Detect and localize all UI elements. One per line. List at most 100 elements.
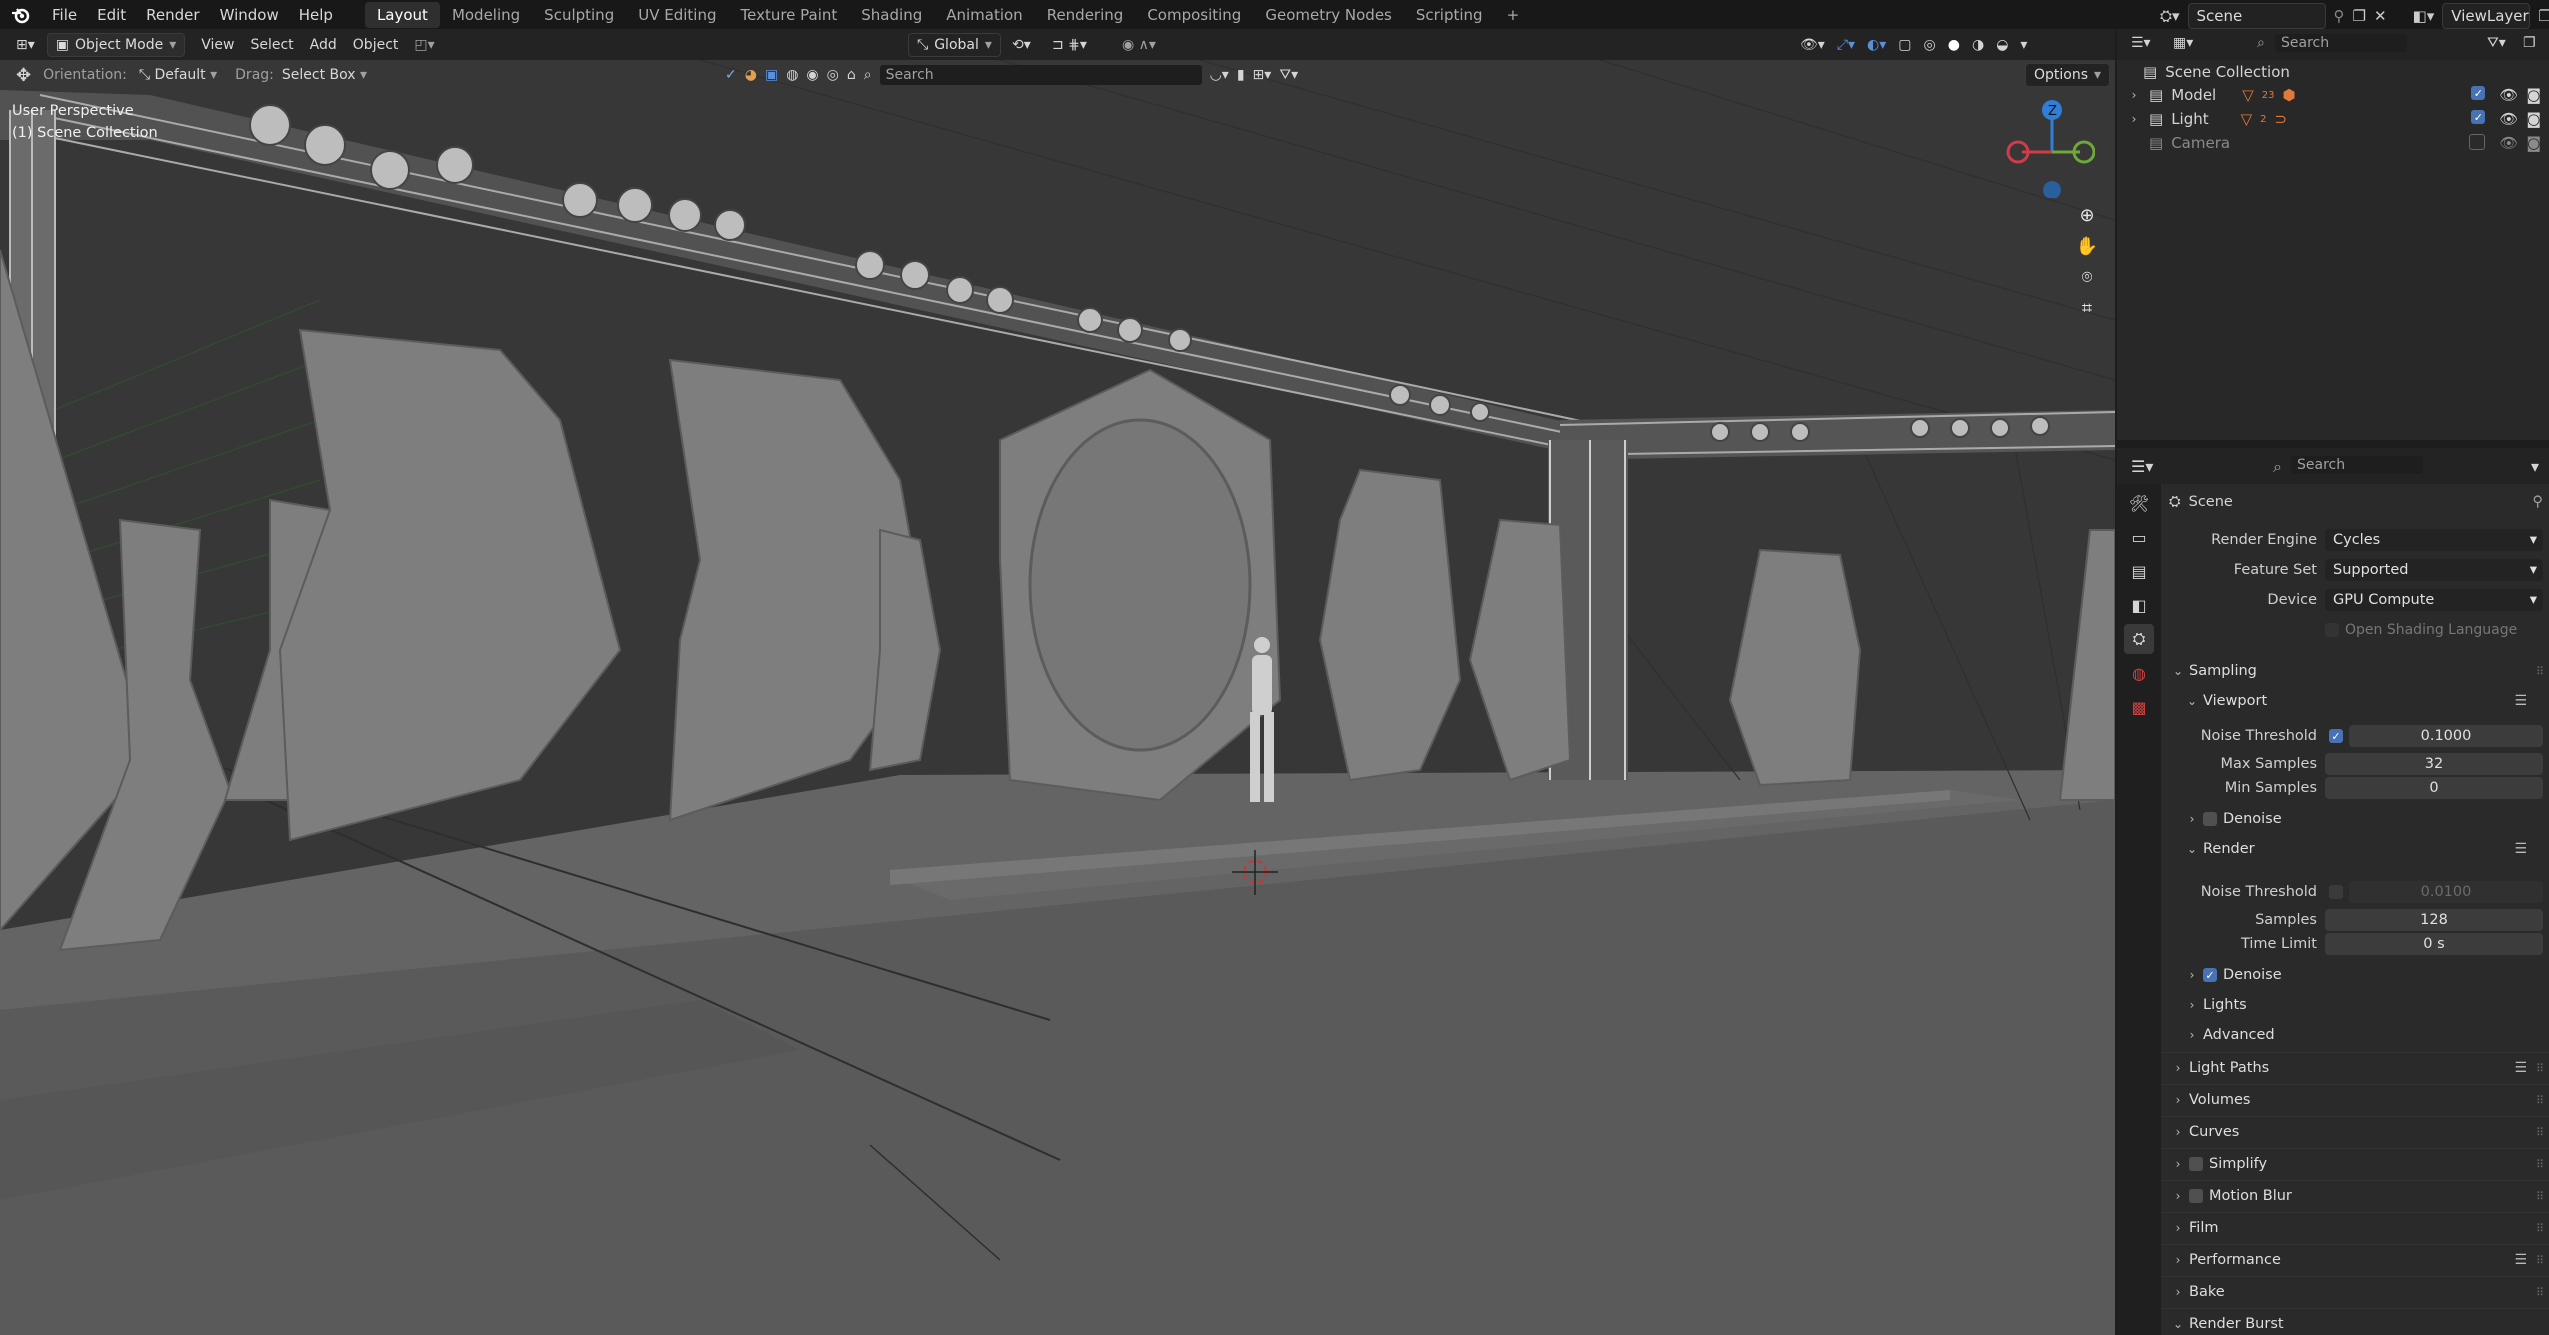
gizmo-toggle-icon[interactable]: ⤢▾ bbox=[1837, 37, 1855, 53]
outliner-row-camera[interactable]: ▤ Camera 👁 ◙ bbox=[2127, 134, 2547, 152]
outliner-row-light[interactable]: › ▤ Light ▽ 2 ⊃ ✓ 👁 ◙ bbox=[2127, 110, 2547, 128]
ortho-grid-icon[interactable]: ⌗ bbox=[2082, 298, 2092, 319]
scene-tab-icon[interactable]: ⛭ bbox=[2124, 624, 2154, 654]
filter-check-icon[interactable]: ✓ bbox=[725, 67, 737, 83]
r-denoise-checkbox[interactable]: ✓ bbox=[2203, 968, 2217, 982]
wireframe-shading-icon[interactable]: ◎ bbox=[1924, 37, 1936, 53]
r-noise-threshold-field[interactable]: 0.0100 bbox=[2349, 881, 2543, 903]
menu-view[interactable]: View bbox=[193, 34, 242, 56]
chevron-down-icon[interactable]: ▾ bbox=[2531, 457, 2539, 476]
move-tool-icon[interactable]: ✥ bbox=[16, 65, 31, 86]
vp-noise-threshold-field[interactable]: 0.1000 bbox=[2349, 725, 2543, 747]
render-camera-icon[interactable]: ◙ bbox=[2526, 110, 2541, 128]
output-tab-icon[interactable]: ▤ bbox=[2124, 556, 2154, 586]
subpanel-lights[interactable]: › Lights bbox=[2161, 990, 2549, 1020]
presets-list-icon[interactable]: ☰ bbox=[2514, 1060, 2527, 1076]
blender-logo-icon[interactable] bbox=[10, 4, 32, 26]
select-object-icon[interactable]: ▣ bbox=[765, 67, 778, 83]
render-engine-select[interactable]: Cycles ▾ bbox=[2325, 529, 2543, 551]
vp-denoise-checkbox[interactable] bbox=[2203, 812, 2217, 826]
filter-icon[interactable]: ⛛▾ bbox=[2487, 35, 2506, 51]
r-time-limit-field[interactable]: 0 s bbox=[2325, 933, 2543, 955]
drag-grip-icon[interactable]: ⠿ bbox=[2536, 1158, 2544, 1171]
vp-noise-threshold-checkbox[interactable]: ✓ bbox=[2329, 729, 2343, 743]
new-scene-icon[interactable]: ❐ bbox=[2353, 7, 2366, 25]
tab-sculpting[interactable]: Sculpting bbox=[532, 2, 626, 28]
device-select[interactable]: GPU Compute ▾ bbox=[2325, 589, 2543, 611]
render-camera-icon[interactable]: ◙ bbox=[2526, 86, 2541, 104]
zoom-icon[interactable]: ⊕ bbox=[2079, 205, 2094, 226]
pin-icon[interactable]: ⚲ bbox=[2532, 494, 2543, 510]
panel-bake[interactable]: › Bake ⠿ bbox=[2161, 1276, 2549, 1307]
presets-list-icon[interactable]: ☰ bbox=[2514, 1252, 2527, 1268]
mode-selector[interactable]: ▣ Object Mode ▾ bbox=[46, 32, 186, 57]
menu-window[interactable]: Window bbox=[210, 6, 289, 24]
scene-selector[interactable]: Scene bbox=[2187, 3, 2326, 29]
outliner-row-model[interactable]: › ▤ Model ▽ 23 ⬢ ✓ 👁 ◙ bbox=[2127, 86, 2547, 104]
eye-icon[interactable]: 👁 bbox=[2499, 134, 2518, 152]
expand-chevron-icon[interactable]: › bbox=[2127, 112, 2141, 126]
material-filter-icon[interactable]: ◉ bbox=[806, 67, 818, 83]
panel-light-paths[interactable]: › Light Paths ☰ ⠿ bbox=[2161, 1052, 2549, 1083]
menu-object[interactable]: Object bbox=[345, 34, 407, 56]
camera-view-icon[interactable]: ⌾ bbox=[2082, 267, 2093, 288]
properties-editor-type-icon[interactable]: ☰▾ bbox=[2131, 457, 2153, 476]
panel-motion-blur[interactable]: › Motion Blur ⠿ bbox=[2161, 1180, 2549, 1211]
menu-file[interactable]: File bbox=[42, 6, 87, 24]
properties-search-input[interactable]: Search bbox=[2291, 456, 2423, 474]
feature-set-select[interactable]: Supported ▾ bbox=[2325, 559, 2543, 581]
new-collection-icon[interactable]: ❐ bbox=[2523, 35, 2536, 51]
world-tab-icon[interactable]: ◍ bbox=[2124, 658, 2154, 688]
shading-options-icon[interactable]: ▾ bbox=[2020, 37, 2027, 53]
presets-list-icon[interactable]: ☰ bbox=[2514, 693, 2527, 709]
tab-shading[interactable]: Shading bbox=[849, 2, 934, 28]
add-workspace-button[interactable]: + bbox=[1495, 2, 1532, 28]
menu-select[interactable]: Select bbox=[242, 34, 301, 56]
drag-grip-icon[interactable]: ⠿ bbox=[2536, 1254, 2544, 1267]
exclude-checkbox[interactable]: ✓ bbox=[2471, 86, 2486, 100]
outliner-root[interactable]: ▤ Scene Collection bbox=[2143, 63, 2290, 81]
light-filter-icon[interactable]: ◎ bbox=[827, 67, 839, 83]
subpanel-render[interactable]: ⌄ Render ☰ bbox=[2161, 834, 2549, 864]
scene-icon[interactable]: ⛭▾ bbox=[2160, 7, 2180, 25]
view-layer-tab-icon[interactable]: ◧ bbox=[2124, 590, 2154, 620]
tab-animation[interactable]: Animation bbox=[934, 2, 1034, 28]
pin-icon[interactable]: ⚲ bbox=[2334, 7, 2345, 25]
simplify-checkbox[interactable] bbox=[2189, 1157, 2203, 1171]
delete-scene-icon[interactable]: ✕ bbox=[2374, 7, 2387, 25]
viewport-search-input[interactable]: Search bbox=[879, 65, 1202, 85]
tab-modeling[interactable]: Modeling bbox=[440, 2, 532, 28]
vp-max-samples-field[interactable]: 32 bbox=[2325, 753, 2543, 775]
exclude-checkbox[interactable] bbox=[2469, 134, 2486, 150]
mesh-filter-icon[interactable]: ◍ bbox=[786, 67, 798, 83]
view-layer-selector[interactable]: ViewLayer bbox=[2442, 3, 2531, 29]
drag-grip-icon[interactable]: ⠿ bbox=[2536, 1190, 2544, 1203]
new-view-layer-icon[interactable]: ❐ bbox=[2538, 7, 2549, 25]
subpanel-viewport[interactable]: ⌄ Viewport ☰ bbox=[2161, 686, 2549, 716]
options-button[interactable]: Options ▾ bbox=[2025, 63, 2111, 87]
tool-tab-icon[interactable]: 🛠 bbox=[2124, 488, 2154, 518]
drag-grip-icon[interactable]: ⠿ bbox=[2536, 1062, 2544, 1075]
tab-uv-editing[interactable]: UV Editing bbox=[626, 2, 728, 28]
overlay-toggle-icon[interactable]: ◐▾ bbox=[1867, 37, 1886, 53]
layout-icon[interactable]: ⊞▾ bbox=[1253, 67, 1272, 83]
menu-add[interactable]: Add bbox=[302, 34, 345, 56]
eye-icon[interactable]: 👁 bbox=[2499, 86, 2518, 104]
3d-viewport[interactable]: User Perspective (1) Scene Collection Z … bbox=[0, 60, 2115, 1335]
pivot-icon[interactable]: ⟲▾ bbox=[1012, 37, 1031, 53]
panel-film[interactable]: › Film ⠿ bbox=[2161, 1212, 2549, 1243]
vp-min-samples-field[interactable]: 0 bbox=[2325, 777, 2543, 799]
menu-help[interactable]: Help bbox=[289, 6, 343, 24]
panel-simplify[interactable]: › Simplify ⠿ bbox=[2161, 1148, 2549, 1179]
r-samples-field[interactable]: 128 bbox=[2325, 909, 2543, 931]
panel-sampling[interactable]: ⌄ Sampling ⠿ bbox=[2161, 656, 2549, 686]
filter-dropdown-icon[interactable]: ◡▾ bbox=[1210, 67, 1229, 83]
osl-checkbox[interactable] bbox=[2325, 623, 2339, 637]
orientation-selector[interactable]: ⤡ Default ▾ bbox=[131, 64, 225, 86]
subpanel-r-denoise[interactable]: › ✓ Denoise bbox=[2161, 960, 2549, 990]
xray-icon[interactable]: ▢ bbox=[1898, 37, 1911, 53]
camera-filter-icon[interactable]: ⌂ bbox=[847, 67, 856, 83]
subpanel-advanced[interactable]: › Advanced bbox=[2161, 1020, 2549, 1050]
tab-scripting[interactable]: Scripting bbox=[1404, 2, 1495, 28]
tab-compositing[interactable]: Compositing bbox=[1135, 2, 1253, 28]
